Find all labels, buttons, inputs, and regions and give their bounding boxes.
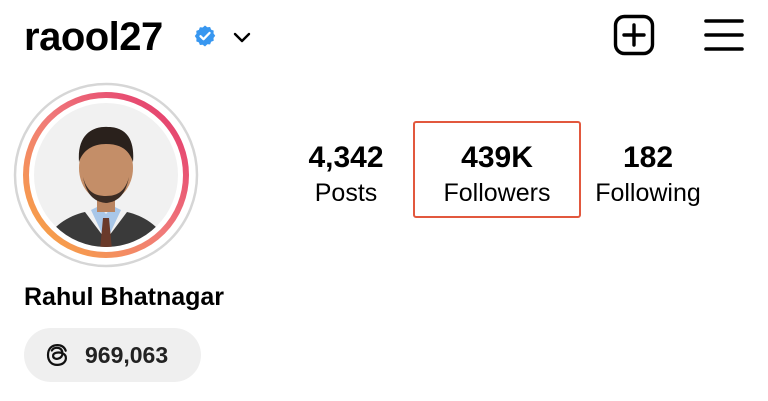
avatar[interactable] (13, 82, 199, 268)
profile-username[interactable]: raool27 (24, 14, 163, 60)
profile-full-name: Rahul Bhatnagar (24, 283, 225, 311)
posts-count: 4,342 (308, 141, 384, 174)
posts-stat[interactable]: 4,342 Posts (271, 140, 421, 208)
chevron-down-icon[interactable] (232, 27, 252, 47)
posts-label: Posts (314, 179, 378, 207)
create-post-button[interactable] (613, 14, 655, 56)
threads-count: 969,063 (85, 342, 169, 368)
threads-icon (46, 343, 68, 367)
following-count: 182 (622, 141, 674, 174)
following-label: Following (595, 179, 701, 207)
hamburger-menu-icon[interactable] (704, 17, 744, 53)
followers-highlight-box (413, 121, 581, 218)
verified-badge-icon (194, 25, 216, 47)
following-stat[interactable]: 182 Following (573, 140, 723, 208)
